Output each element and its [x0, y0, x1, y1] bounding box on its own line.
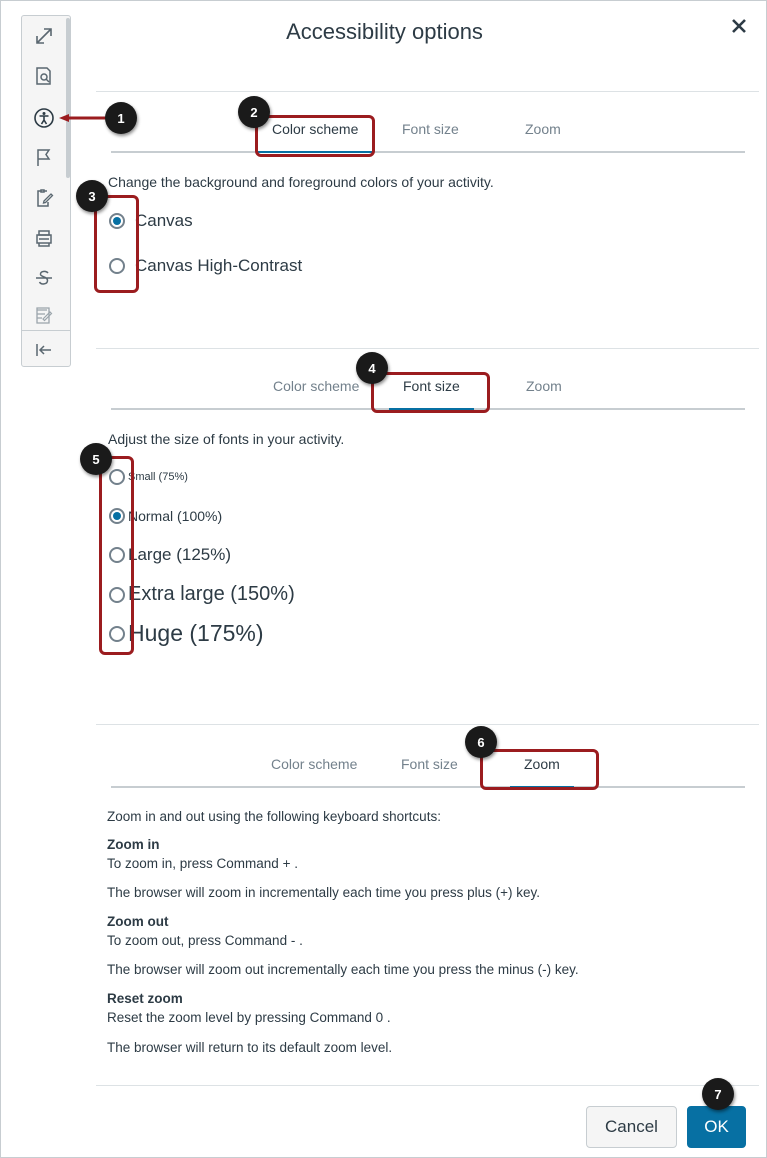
collapse-icon[interactable] [28, 334, 60, 366]
footer-divider [96, 1085, 759, 1086]
zoom-out-line: To zoom out, press Command - . [107, 933, 303, 948]
tab-font-size[interactable]: Font size [402, 121, 459, 137]
cancel-button[interactable]: Cancel [586, 1106, 677, 1148]
section-divider [96, 91, 759, 92]
tab-zoom[interactable]: Zoom [525, 121, 561, 137]
reset-zoom-heading: Reset zoom [107, 991, 183, 1006]
print-icon[interactable] [28, 222, 60, 254]
callout-box-3 [94, 195, 139, 293]
callout-badge-7: 7 [702, 1078, 734, 1110]
tabs-zoom-section: Color scheme Font size Zoom [111, 744, 745, 788]
tool-sidebar [21, 15, 71, 367]
tab-color-scheme[interactable]: Color scheme [271, 756, 357, 772]
callout-arrow [59, 114, 107, 122]
strikethrough-icon[interactable] [28, 262, 60, 294]
clipboard-edit-icon[interactable] [28, 182, 60, 214]
callout-box-5 [99, 456, 134, 655]
toolbar-divider [22, 330, 70, 331]
tabs-color-scheme-section: Color scheme Font size Zoom [111, 109, 745, 153]
callout-box-4 [371, 372, 490, 413]
callout-box-2 [255, 115, 375, 157]
tab-font-size[interactable]: Font size [401, 756, 458, 772]
tab-zoom[interactable]: Zoom [526, 378, 562, 394]
color-scheme-description: Change the background and foreground col… [108, 174, 494, 190]
preview-icon[interactable] [28, 60, 60, 92]
reset-zoom-note: The browser will return to its default z… [107, 1040, 393, 1055]
zoom-out-heading: Zoom out [107, 914, 169, 929]
reset-zoom-line: Reset the zoom level by pressing Command… [107, 1010, 391, 1025]
close-icon[interactable] [726, 13, 752, 39]
radio-option-extra-large[interactable]: Extra large (150%) [109, 583, 295, 606]
callout-badge-5: 5 [80, 443, 112, 475]
zoom-out-note: The browser will zoom out incrementally … [107, 962, 579, 977]
callout-box-6 [480, 749, 599, 790]
accessibility-dialog: Accessibility options Color scheme Font … [0, 0, 767, 1158]
section-divider [96, 348, 759, 349]
font-size-description: Adjust the size of fonts in your activit… [108, 431, 345, 447]
dialog-title: Accessibility options [286, 19, 483, 44]
zoom-in-heading: Zoom in [107, 837, 160, 852]
section-divider [96, 724, 759, 725]
notes-icon[interactable] [28, 300, 60, 332]
tab-color-scheme[interactable]: Color scheme [273, 378, 359, 394]
callout-badge-2: 2 [238, 96, 270, 128]
zoom-intro: Zoom in and out using the following keyb… [107, 809, 441, 824]
callout-badge-1: 1 [105, 102, 137, 134]
zoom-in-line: To zoom in, press Command + . [107, 856, 298, 871]
accessibility-icon[interactable] [28, 102, 60, 134]
callout-badge-6: 6 [465, 726, 497, 758]
ok-button[interactable]: OK [687, 1106, 746, 1148]
flag-icon[interactable] [28, 142, 60, 174]
callout-badge-4: 4 [356, 352, 388, 384]
zoom-in-note: The browser will zoom in incrementally e… [107, 885, 541, 900]
callout-badge-3: 3 [76, 180, 108, 212]
